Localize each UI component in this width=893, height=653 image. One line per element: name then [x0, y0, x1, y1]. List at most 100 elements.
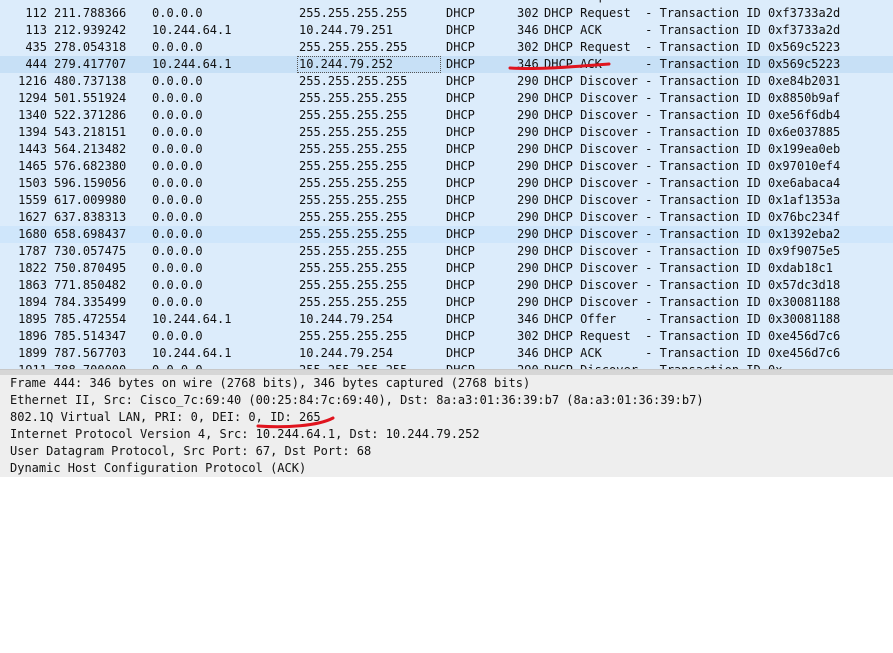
packet-no-cell: 1503	[18, 176, 47, 190]
packet-row[interactable]: 1465 576.682380 0.0.0.0 255.255.255.255 DHCP…	[0, 158, 893, 175]
packet-src-cell: 0.0.0.0	[152, 40, 203, 54]
packet-time-cell: 771.850482	[54, 278, 127, 292]
packet-row[interactable]: 1822 750.870495 0.0.0.0 255.255.255.255 DHCP…	[0, 260, 893, 277]
packet-src-cell: 10.244.64.1	[152, 57, 232, 71]
packet-row[interactable]: 1787 730.057475 0.0.0.0 255.255.255.255 DHCP…	[0, 243, 893, 260]
packet-src-cell: 0.0.0.0	[152, 295, 203, 309]
packet-row[interactable]: 1559 617.009980 0.0.0.0 255.255.255.255 DHCP…	[0, 192, 893, 209]
packet-info-cell: DHCP Discover - Transaction ID 0x97010ef…	[544, 159, 841, 173]
packet-no-cell: 1394	[18, 125, 47, 139]
detail-ipv4[interactable]: Internet Protocol Version 4, Src: 10.244…	[0, 426, 893, 443]
detail-udp[interactable]: User Datagram Protocol, Src Port: 67, Ds…	[0, 443, 893, 460]
packet-row[interactable]: 1503 596.159056 0.0.0.0 255.255.255.255 DHCP…	[0, 175, 893, 192]
packet-no-cell: 1216	[18, 74, 47, 88]
packet-row[interactable]: 1627 637.838313 0.0.0.0 255.255.255.255 DHCP…	[0, 209, 893, 226]
packet-row[interactable]: 1394 543.218151 0.0.0.0 255.255.255.255 DHCP…	[0, 124, 893, 141]
packet-proto-cell: DHCP	[446, 295, 475, 309]
packet-row[interactable]: 1894 784.335499 0.0.0.0 255.255.255.255 DHCP…	[0, 294, 893, 311]
packet-dst-cell: 255.255.255.255	[299, 227, 408, 241]
detail-ethernet[interactable]: Ethernet II, Src: Cisco_7c:69:40 (00:25:…	[0, 392, 893, 409]
packet-src-cell: 0.0.0.0	[152, 278, 203, 292]
packet-details[interactable]: Frame 444: 346 bytes on wire (2768 bits)…	[0, 375, 893, 477]
packet-proto-cell: DHCP	[446, 108, 475, 122]
detail-vlan[interactable]: 802.1Q Virtual LAN, PRI: 0, DEI: 0, ID: …	[0, 409, 893, 426]
packet-src-cell: 10.244.64.1	[152, 23, 232, 37]
packet-no-cell: 1911	[0, 362, 47, 369]
packet-len-cell: 290	[517, 210, 539, 224]
packet-row[interactable]: 1680 658.698437 0.0.0.0 255.255.255.255 DHCP…	[0, 226, 893, 243]
packet-src-cell: 0.0.0.0	[152, 91, 203, 105]
packet-time-cell: 617.009980	[54, 193, 127, 207]
packet-proto-cell: DHCP	[446, 23, 475, 37]
packet-no-cell: 435	[25, 40, 47, 54]
packet-info-cell: DHCP Discover - Transaction ID 0x...	[544, 362, 804, 369]
packet-time-cell: 522.371286	[54, 108, 127, 122]
packet-info-cell: DHCP Discover - Transaction ID 0xdab18c1	[544, 261, 833, 275]
packet-list[interactable]: 112 211.788366 0.0.0.0 255.255.255.255 DHCP 3…	[0, 0, 893, 369]
packet-src-cell: 0.0.0.0	[152, 108, 203, 122]
packet-src-cell: 0.0.0.0	[152, 125, 203, 139]
packet-row[interactable]: 1899 787.567703 10.244.64.1 10.244.79.254 DH…	[0, 345, 893, 362]
packet-time-cell: 480.737138	[54, 74, 127, 88]
packet-len-cell: 290	[517, 278, 539, 292]
packet-no-cell: 1294	[18, 91, 47, 105]
packet-time-cell: 278.054318	[54, 40, 127, 54]
packet-row[interactable]: 1896 785.514347 0.0.0.0 255.255.255.255 DHCP…	[0, 328, 893, 345]
packet-info-cell: DHCP Discover - Transaction ID 0x199ea0e…	[544, 142, 841, 156]
packet-proto-cell: DHCP	[446, 329, 475, 343]
packet-time-cell: 279.417707	[54, 57, 127, 71]
packet-row[interactable]: 112 211.788366 0.0.0.0 255.255.255.255 DHCP 3…	[0, 5, 893, 22]
packet-dst-cell: 255.255.255.255	[299, 295, 408, 309]
packet-src-cell: 0.0.0.0	[152, 362, 203, 369]
packet-no-cell: 1896	[18, 329, 47, 343]
packet-len-cell: 346	[517, 346, 539, 360]
packet-info-cell: DHCP ACK - Transaction ID 0x569c5223	[544, 57, 841, 71]
packet-len-cell: 290	[517, 74, 539, 88]
packet-proto-cell: DHCP	[446, 244, 475, 258]
packet-time-cell: 788.700000	[54, 362, 126, 369]
packet-row[interactable]: 113 212.939242 10.244.64.1 10.244.79.251 DHC…	[0, 22, 893, 39]
packet-info-cell: DHCP Discover - Transaction ID 0x8850b9a…	[544, 91, 841, 105]
packet-len-cell: 290	[517, 142, 539, 156]
packet-proto-cell: DHCP	[446, 6, 475, 20]
packet-time-cell: 658.698437	[54, 227, 127, 241]
packet-dst-cell: 255.255.255.255	[299, 91, 408, 105]
packet-dst-cell: 255.255.255.255	[299, 210, 408, 224]
packet-len-cell: 302	[517, 329, 539, 343]
packet-row[interactable]: 1216 480.737138 0.0.0.0 255.255.255.255 DHCP…	[0, 73, 893, 90]
packet-info-cell: DHCP Discover - Transaction ID 0xe84b203…	[544, 74, 841, 88]
packet-no-cell: 1627	[18, 210, 47, 224]
packet-info-cell: DHCP ACK - Transaction ID 0xf3733a2d	[544, 23, 841, 37]
detail-frame[interactable]: Frame 444: 346 bytes on wire (2768 bits)…	[0, 375, 893, 392]
packet-row[interactable]: 1294 501.551924 0.0.0.0 255.255.255.255 DHCP…	[0, 90, 893, 107]
packet-len-cell: 302	[517, 6, 539, 20]
packet-dst-cell: 255.255.255.255	[299, 125, 408, 139]
packet-no-cell: 1863	[18, 278, 47, 292]
packet-row[interactable]: 1340 522.371286 0.0.0.0 255.255.255.255 DHCP…	[0, 107, 893, 124]
detail-dhcp[interactable]: Dynamic Host Configuration Protocol (ACK…	[0, 460, 893, 477]
packet-src-cell: 0.0.0.0	[152, 227, 203, 241]
packet-len-cell: 290	[517, 193, 539, 207]
packet-row[interactable]: 435 278.054318 0.0.0.0 255.255.255.255 DHCP 3…	[0, 39, 893, 56]
packet-info-cell: DHCP Discover - Transaction ID 0x3008118…	[544, 295, 841, 309]
packet-info-cell: DHCP Discover - Transaction ID 0x9f9075e…	[544, 244, 841, 258]
packet-src-cell: 10.244.64.1	[152, 312, 232, 326]
packet-proto-cell: DHCP	[446, 362, 475, 369]
packet-row[interactable]: 1443 564.213482 0.0.0.0 255.255.255.255 DHCP…	[0, 141, 893, 158]
packet-rows: 112 211.788366 0.0.0.0 255.255.255.255 DHCP 3…	[0, 0, 893, 369]
packet-len-cell: 290	[517, 159, 539, 173]
packet-len-cell: 290	[517, 91, 539, 105]
packet-no-cell: 1680	[18, 227, 47, 241]
packet-row[interactable]: 1895 785.472554 10.244.64.1 10.244.79.254 DH…	[0, 311, 893, 328]
packet-row[interactable]: 1863 771.850482 0.0.0.0 255.255.255.255 DHCP…	[0, 277, 893, 294]
packet-row[interactable]: 1911 788.700000 0.0.0.0 255.255.255.255 DHCP…	[0, 362, 893, 369]
packet-src-cell: 0.0.0.0	[152, 329, 203, 343]
packet-proto-cell: DHCP	[446, 40, 475, 54]
packet-time-cell: 784.335499	[54, 295, 127, 309]
packet-row[interactable]: 444 279.417707 10.244.64.1 10.244.79.252 DHC…	[0, 56, 893, 73]
packet-dst-cell: 10.244.79.254	[299, 346, 393, 360]
packet-info-cell: DHCP Request - Transaction ID 0x569c5223	[544, 40, 841, 54]
packet-proto-cell: DHCP	[446, 74, 475, 88]
packet-no-cell: 1899	[18, 346, 47, 360]
packet-dst-cell: 10.244.79.252	[297, 56, 441, 73]
